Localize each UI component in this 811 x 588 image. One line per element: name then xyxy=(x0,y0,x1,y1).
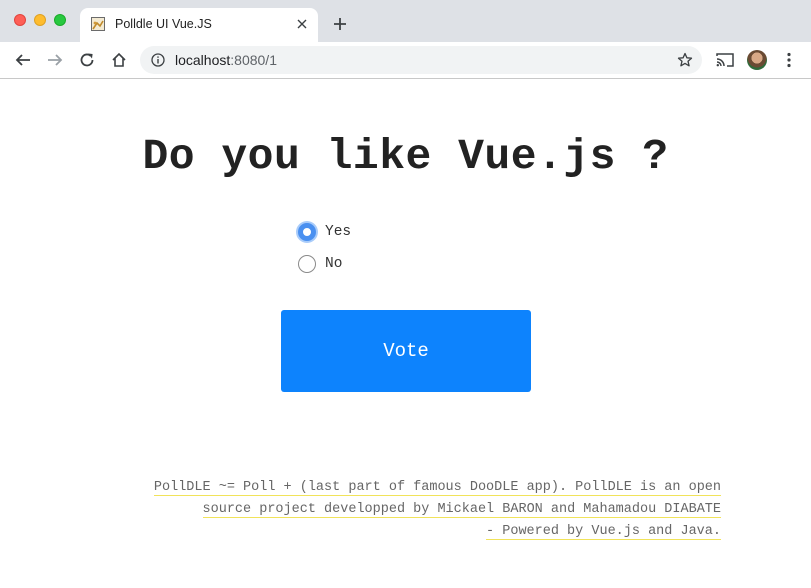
browser-tab-bar: Polldle UI Vue.JS xyxy=(0,0,811,42)
home-icon[interactable] xyxy=(109,50,129,70)
option-label: No xyxy=(325,256,343,272)
poll-question: Do you like Vue.js ? xyxy=(142,132,669,181)
star-icon[interactable] xyxy=(677,52,693,68)
window-minimize-button[interactable] xyxy=(34,14,46,26)
footer-line: source project developped by Mickael BAR… xyxy=(202,502,721,518)
option-label: Yes xyxy=(325,224,352,240)
favicon-icon xyxy=(91,17,105,31)
window-close-button[interactable] xyxy=(14,14,26,26)
address-bar[interactable]: localhost:8080/1 xyxy=(140,46,702,74)
footer-line: - Powered by Vue.js and Java. xyxy=(486,524,721,540)
info-icon[interactable] xyxy=(151,53,165,67)
vote-button[interactable]: Vote xyxy=(281,310,531,392)
window-maximize-button[interactable] xyxy=(54,14,66,26)
arrow-left-icon[interactable] xyxy=(13,50,33,70)
footer-text: PollDLE ~= Poll + (last part of famous D… xyxy=(0,477,721,543)
kebab-menu-icon[interactable] xyxy=(783,51,795,69)
close-icon[interactable] xyxy=(294,16,310,32)
reload-icon[interactable] xyxy=(77,50,97,70)
browser-tab[interactable]: Polldle UI Vue.JS xyxy=(80,8,318,42)
url-text[interactable]: localhost:8080/1 xyxy=(175,52,277,68)
url-path: :8080/1 xyxy=(230,52,277,68)
arrow-right-icon[interactable] xyxy=(45,50,65,70)
profile-avatar[interactable] xyxy=(747,50,767,70)
plus-icon[interactable] xyxy=(331,15,349,33)
radio-button[interactable] xyxy=(298,255,316,273)
browser-toolbar: localhost:8080/1 xyxy=(0,42,811,79)
tab-title: Polldle UI Vue.JS xyxy=(115,17,212,31)
footer-line: PollDLE ~= Poll + (last part of famous D… xyxy=(153,480,721,496)
cast-icon[interactable] xyxy=(716,52,734,68)
url-host: localhost xyxy=(175,52,231,68)
radio-button-selected[interactable] xyxy=(298,223,316,241)
